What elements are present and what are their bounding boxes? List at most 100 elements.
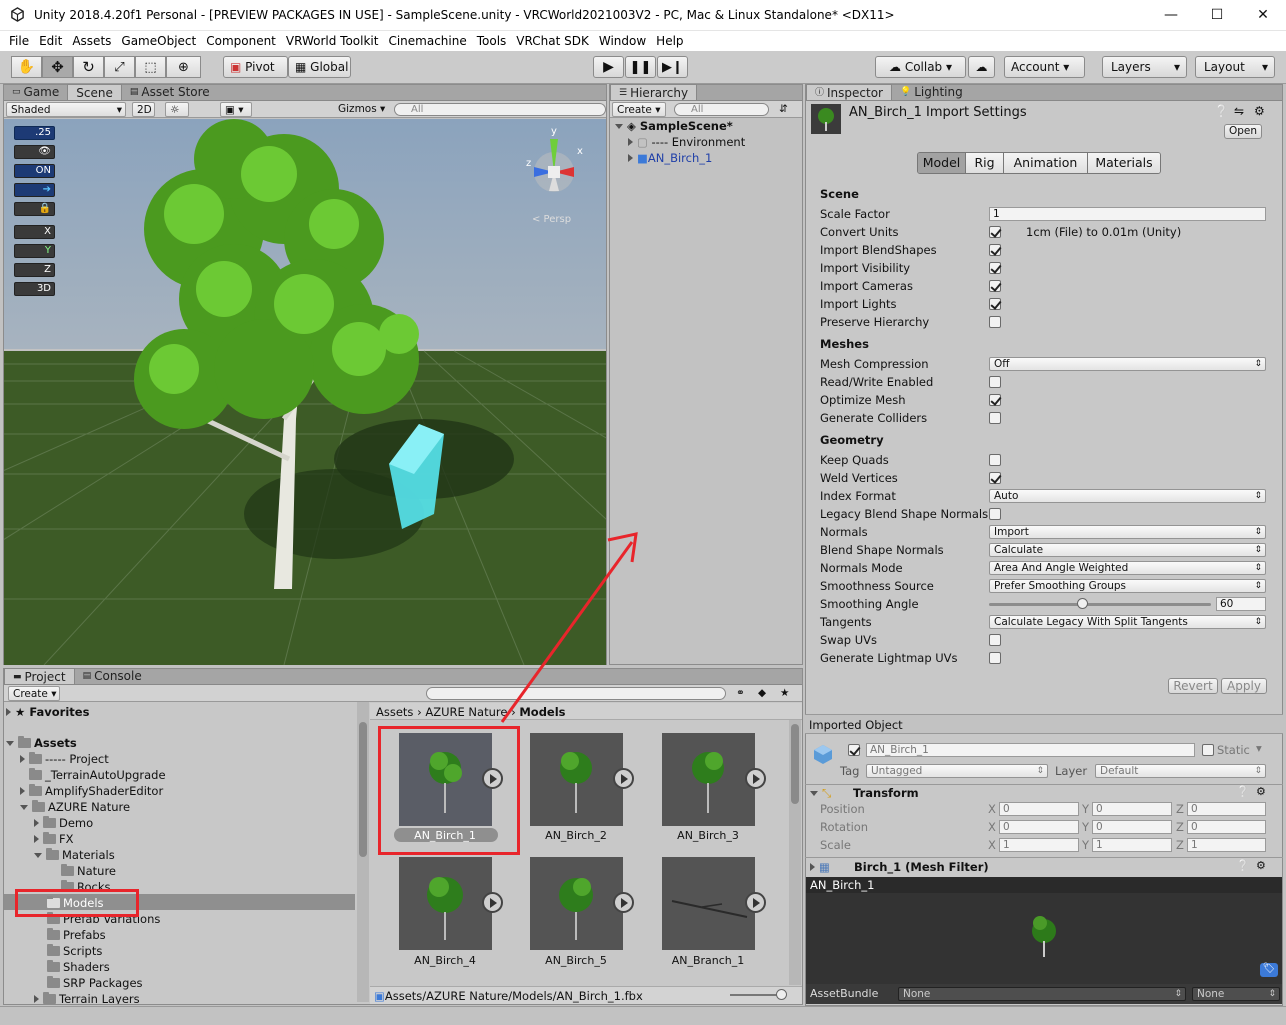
visibility-toggle[interactable]: 👁 xyxy=(14,145,55,159)
maximize-button[interactable]: ☐ xyxy=(1194,0,1240,31)
play-button[interactable]: ▶ xyxy=(593,56,624,78)
close-button[interactable]: ✕ xyxy=(1240,0,1286,31)
folder-srp-packages[interactable]: SRP Packages xyxy=(47,976,143,990)
layer-dropdown[interactable]: Default xyxy=(1095,764,1266,778)
folder-materials[interactable]: Materials xyxy=(34,848,115,862)
scene-search-input[interactable]: All xyxy=(394,103,606,116)
folder-demo[interactable]: Demo xyxy=(34,816,93,830)
tree-scrollbar-thumb[interactable] xyxy=(359,722,367,857)
rotate-tool-button[interactable]: ↻ xyxy=(73,56,104,78)
settings-gear-icon[interactable]: ⚙ xyxy=(1254,104,1265,118)
object-active-checkbox[interactable] xyxy=(848,744,860,756)
generate-colliders-checkbox[interactable] xyxy=(989,412,1001,424)
import-blendshapes-checkbox[interactable] xyxy=(989,244,1001,256)
rotation-y-input[interactable]: 0 xyxy=(1092,820,1172,834)
folder-azure-nature[interactable]: AZURE Nature xyxy=(20,800,130,814)
filter-type-button[interactable]: ⚭ xyxy=(732,686,752,701)
model-preview[interactable]: 🏷 xyxy=(806,893,1282,984)
hierarchy-item-environment[interactable]: ▢ ---- Environment xyxy=(628,135,745,149)
play-preview-icon[interactable] xyxy=(745,768,766,789)
help-icon[interactable]: ❔ xyxy=(1214,104,1229,118)
scale-tool-button[interactable]: ⤢ xyxy=(104,56,135,78)
folder-nature[interactable]: Nature xyxy=(61,864,116,878)
position-z-input[interactable]: 0 xyxy=(1187,802,1266,816)
rotation-z-input[interactable]: 0 xyxy=(1187,820,1266,834)
tab-lighting[interactable]: 💡 Lighting xyxy=(892,84,971,100)
y-axis-toggle[interactable]: Y xyxy=(14,244,55,258)
effects-dropdown[interactable]: ▣ ▾ xyxy=(220,102,252,117)
convert-units-checkbox[interactable] xyxy=(989,226,1001,238)
play-preview-icon[interactable] xyxy=(613,892,634,913)
scale-y-input[interactable]: 1 xyxy=(1092,838,1172,852)
cloud-button[interactable]: ☁ xyxy=(968,56,995,78)
tab-game[interactable]: ▭ Game xyxy=(4,84,67,100)
layers-dropdown[interactable]: Layers ▾ xyxy=(1102,56,1187,78)
scale-x-input[interactable]: 1 xyxy=(999,838,1079,852)
menu-file[interactable]: File xyxy=(4,31,34,51)
revert-button[interactable]: Revert xyxy=(1168,678,1218,694)
tangents-dropdown[interactable]: Calculate Legacy With Split Tangents xyxy=(989,615,1266,629)
tab-scene[interactable]: Scene xyxy=(67,84,122,100)
smoothness-source-dropdown[interactable]: Prefer Smoothing Groups xyxy=(989,579,1266,593)
z-axis-toggle[interactable]: Z xyxy=(14,263,55,277)
lighting-toggle[interactable]: ☼ xyxy=(165,102,189,117)
hierarchy-create-dropdown[interactable]: Create ▾ xyxy=(612,102,666,117)
tree-scrollbar[interactable] xyxy=(357,702,369,1002)
assetbundle-name-dropdown[interactable]: None xyxy=(898,987,1186,1001)
mesh-filter-gear-icon[interactable]: ⚙ xyxy=(1256,859,1266,872)
breadcrumb-assets[interactable]: Assets xyxy=(376,705,413,719)
mesh-compression-dropdown[interactable]: Off xyxy=(989,357,1266,371)
preset-icon[interactable]: ⇋ xyxy=(1234,104,1244,118)
gizmos-dropdown[interactable]: Gizmos ▾ xyxy=(334,102,389,117)
minimize-button[interactable]: — xyxy=(1148,0,1194,31)
legacy-blend-checkbox[interactable] xyxy=(989,508,1001,520)
hierarchy-sort-button[interactable]: ⇵ xyxy=(775,102,799,117)
folder-prefabs[interactable]: Prefabs xyxy=(47,928,106,942)
mesh-filter-help-icon[interactable]: ❔ xyxy=(1236,859,1250,872)
shading-mode-dropdown[interactable]: Shaded ▾ xyxy=(6,102,126,117)
menu-window[interactable]: Window xyxy=(594,31,651,51)
folder-scripts[interactable]: Scripts xyxy=(47,944,102,958)
play-preview-icon[interactable] xyxy=(745,892,766,913)
menu-vrworld-toolkit[interactable]: VRWorld Toolkit xyxy=(281,31,384,51)
lock-toggle[interactable]: 🔒 xyxy=(14,202,55,216)
menu-edit[interactable]: Edit xyxy=(34,31,67,51)
menu-assets[interactable]: Assets xyxy=(67,31,116,51)
weld-vertices-checkbox[interactable] xyxy=(989,472,1001,484)
index-format-dropdown[interactable]: Auto xyxy=(989,489,1266,503)
static-checkbox[interactable] xyxy=(1202,744,1214,756)
asset-thumb-an-birch-3[interactable] xyxy=(662,733,766,826)
position-y-input[interactable]: 0 xyxy=(1092,802,1172,816)
favorite-button[interactable]: ★ xyxy=(776,686,796,701)
rotation-x-input[interactable]: 0 xyxy=(999,820,1079,834)
static-dropdown-arrow[interactable]: ▾ xyxy=(1256,741,1262,755)
asset-thumb-an-branch-1[interactable] xyxy=(662,857,766,950)
3d-toggle[interactable]: 3D xyxy=(14,282,55,296)
snap-increment-badge[interactable]: .25 xyxy=(14,126,55,140)
tab-animation[interactable]: Animation xyxy=(1004,153,1088,173)
apply-button[interactable]: Apply xyxy=(1221,678,1267,694)
grid-scrollbar-thumb[interactable] xyxy=(791,724,799,804)
normals-mode-dropdown[interactable]: Area And Angle Weighted xyxy=(989,561,1266,575)
hierarchy-item-an-birch-1[interactable]: ■AN_Birch_1 xyxy=(628,151,712,165)
global-button[interactable]: ▦ Global xyxy=(288,56,351,78)
zoom-slider[interactable] xyxy=(730,994,780,996)
2d-toggle[interactable]: 2D xyxy=(132,102,155,117)
keep-quads-checkbox[interactable] xyxy=(989,454,1001,466)
swap-uvs-checkbox[interactable] xyxy=(989,634,1001,646)
smoothing-angle-input[interactable]: 60 xyxy=(1216,597,1266,611)
tab-rig[interactable]: Rig xyxy=(966,153,1004,173)
import-visibility-checkbox[interactable] xyxy=(989,262,1001,274)
asset-thumb-an-birch-4[interactable] xyxy=(399,857,503,950)
scale-factor-input[interactable]: 1 xyxy=(989,207,1266,221)
import-lights-checkbox[interactable] xyxy=(989,298,1001,310)
tab-hierarchy[interactable]: ☰ Hierarchy xyxy=(610,84,698,100)
normals-dropdown[interactable]: Import xyxy=(989,525,1266,539)
tab-model[interactable]: Model xyxy=(918,153,966,173)
grid-scrollbar[interactable] xyxy=(789,720,801,985)
hand-tool-button[interactable]: ✋ xyxy=(11,56,42,78)
tab-inspector[interactable]: ⓘ Inspector xyxy=(806,84,892,100)
generate-lightmap-checkbox[interactable] xyxy=(989,652,1001,664)
move-tool-button[interactable]: ✥ xyxy=(42,56,73,78)
folder-shaders[interactable]: Shaders xyxy=(47,960,110,974)
